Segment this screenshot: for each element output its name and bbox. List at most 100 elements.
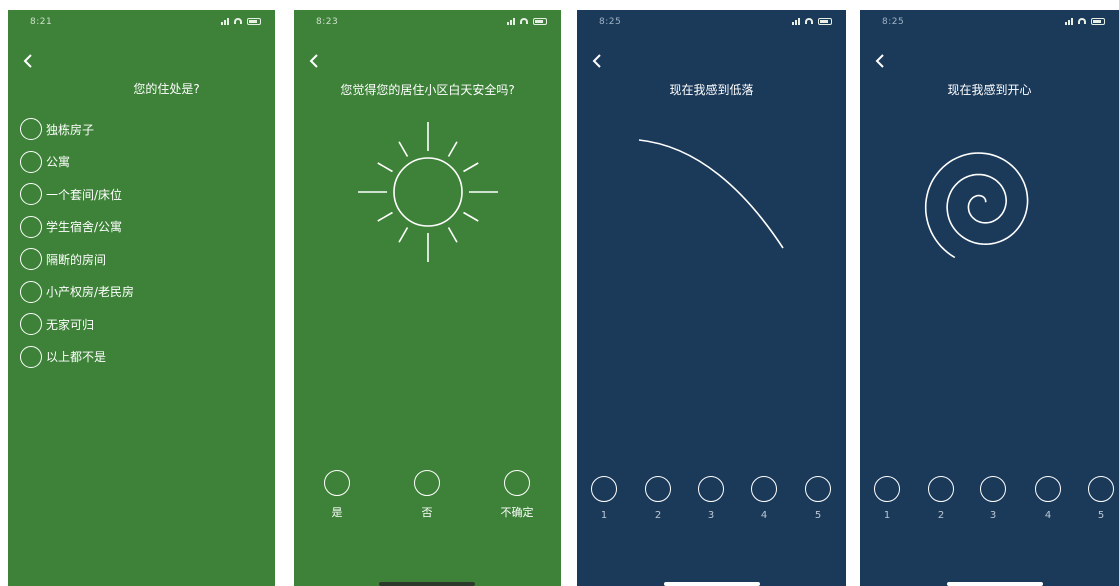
status-bar: 8:25: [860, 10, 1119, 36]
option-label: 小产权房/老民房: [46, 285, 135, 299]
scale-label: 1: [883, 510, 891, 521]
signal-icon: [792, 17, 800, 25]
radio-circle[interactable]: [414, 470, 440, 496]
radio-circle[interactable]: [324, 470, 350, 496]
system-indicators: [792, 17, 832, 25]
option-label: 一个套间/床位: [46, 187, 123, 202]
status-time: 8:25: [882, 17, 905, 27]
option-small-property[interactable]: 小产权房/老民房: [20, 279, 134, 305]
radio-circle[interactable]: [1088, 476, 1114, 502]
scale-label: 3: [989, 510, 997, 521]
option-label: 以上都不是: [46, 350, 107, 364]
chevron-left-icon: [23, 54, 32, 68]
radio-circle[interactable]: [20, 215, 42, 238]
radio-circle[interactable]: [805, 476, 831, 502]
scale-3[interactable]: 3: [973, 476, 1013, 521]
sun-ray: [398, 227, 409, 243]
chevron-left-icon: [592, 54, 601, 68]
status-time: 8:21: [30, 17, 53, 27]
option-student-dorm[interactable]: 学生宿舍/公寓: [20, 214, 134, 240]
radio-circle[interactable]: [20, 118, 42, 140]
screen-mood-happy: 8:25 现在我感到开心 1 2 3 4 5: [860, 10, 1119, 586]
battery-icon: [533, 17, 547, 25]
option-label: 独栋房子: [46, 122, 95, 137]
scale-label: 1: [600, 510, 608, 521]
choice-label: 否: [421, 506, 433, 519]
radio-circle[interactable]: [20, 345, 42, 368]
back-button[interactable]: [587, 50, 609, 72]
scale-4[interactable]: 4: [1028, 476, 1068, 521]
radio-circle[interactable]: [751, 476, 777, 502]
radio-circle[interactable]: [980, 476, 1006, 502]
radio-circle[interactable]: [20, 280, 42, 303]
back-button[interactable]: [870, 50, 892, 72]
radio-circle[interactable]: [20, 313, 42, 335]
choice-label: 不确定: [500, 506, 534, 519]
wifi-icon: [805, 18, 813, 24]
battery-icon: [818, 17, 832, 25]
radio-circle[interactable]: [591, 476, 617, 502]
option-label: 隔断的房间: [46, 252, 107, 267]
wifi-icon: [520, 18, 528, 24]
sun-ray: [463, 162, 479, 173]
descending-curve-icon: [638, 139, 784, 249]
option-apartment[interactable]: 公寓: [20, 149, 134, 175]
sun-ray: [377, 211, 393, 222]
screen-safety-question: 8:23 您觉得您的居住小区白天安全吗? 是 否 不确定: [294, 10, 561, 586]
screen-mood-down: 8:25 现在我感到低落 1 2 3 4 5: [577, 10, 846, 586]
sun-ray: [377, 162, 393, 173]
back-button[interactable]: [304, 50, 326, 72]
status-bar: 8:25: [577, 10, 846, 36]
option-label: 公寓: [46, 155, 71, 169]
scale-2[interactable]: 2: [638, 476, 678, 521]
radio-circle[interactable]: [928, 476, 954, 502]
choice-label: 是: [331, 506, 343, 519]
option-label: 无家可归: [46, 317, 95, 332]
option-detached-house[interactable]: 独栋房子: [20, 116, 134, 142]
radio-circle[interactable]: [20, 248, 42, 270]
choice-no[interactable]: 否: [407, 470, 447, 520]
system-indicators: [221, 17, 261, 25]
signal-icon: [1065, 17, 1073, 25]
scale-label: 4: [760, 510, 768, 521]
status-time: 8:25: [599, 17, 622, 27]
scale-label: 5: [1097, 510, 1105, 521]
scale-label: 4: [1044, 510, 1052, 521]
signal-icon: [507, 17, 515, 25]
scale-4[interactable]: 4: [744, 476, 784, 521]
mood-title: 现在我感到开心: [947, 83, 1032, 97]
radio-circle[interactable]: [1035, 476, 1061, 502]
wifi-icon: [234, 18, 242, 24]
sun-ray: [398, 141, 409, 157]
home-indicator: [664, 582, 760, 586]
radio-circle[interactable]: [20, 183, 42, 205]
sun-ray: [447, 227, 458, 243]
screen-residence-question: 8:21 您的住处是? 独栋房子 公寓 一个套间/床位 学生宿舍/公寓 隔断的房…: [8, 10, 275, 586]
scale-label: 5: [814, 510, 822, 521]
mood-title: 现在我感到低落: [669, 83, 754, 97]
scale-5[interactable]: 5: [798, 476, 838, 521]
wifi-icon: [1078, 18, 1086, 24]
option-homeless[interactable]: 无家可归: [20, 311, 134, 337]
scale-label: 2: [937, 510, 945, 521]
choice-unsure[interactable]: 不确定: [497, 470, 537, 520]
home-indicator: [947, 582, 1043, 586]
sun-ray: [463, 211, 479, 222]
choice-yes[interactable]: 是: [317, 470, 357, 520]
radio-circle[interactable]: [645, 476, 671, 502]
scale-1[interactable]: 1: [584, 476, 624, 521]
radio-circle[interactable]: [504, 470, 530, 496]
scale-1[interactable]: 1: [867, 476, 907, 521]
scale-2[interactable]: 2: [921, 476, 961, 521]
back-button[interactable]: [18, 50, 40, 72]
radio-circle[interactable]: [698, 476, 724, 502]
scale-5[interactable]: 5: [1081, 476, 1119, 521]
radio-circle[interactable]: [20, 150, 42, 173]
battery-icon: [247, 17, 261, 25]
option-none-of-above[interactable]: 以上都不是: [20, 344, 134, 370]
option-suite-bed[interactable]: 一个套间/床位: [20, 181, 134, 207]
scale-3[interactable]: 3: [691, 476, 731, 521]
radio-circle[interactable]: [874, 476, 900, 502]
option-partitioned-room[interactable]: 隔断的房间: [20, 246, 134, 272]
home-indicator: [379, 582, 475, 586]
